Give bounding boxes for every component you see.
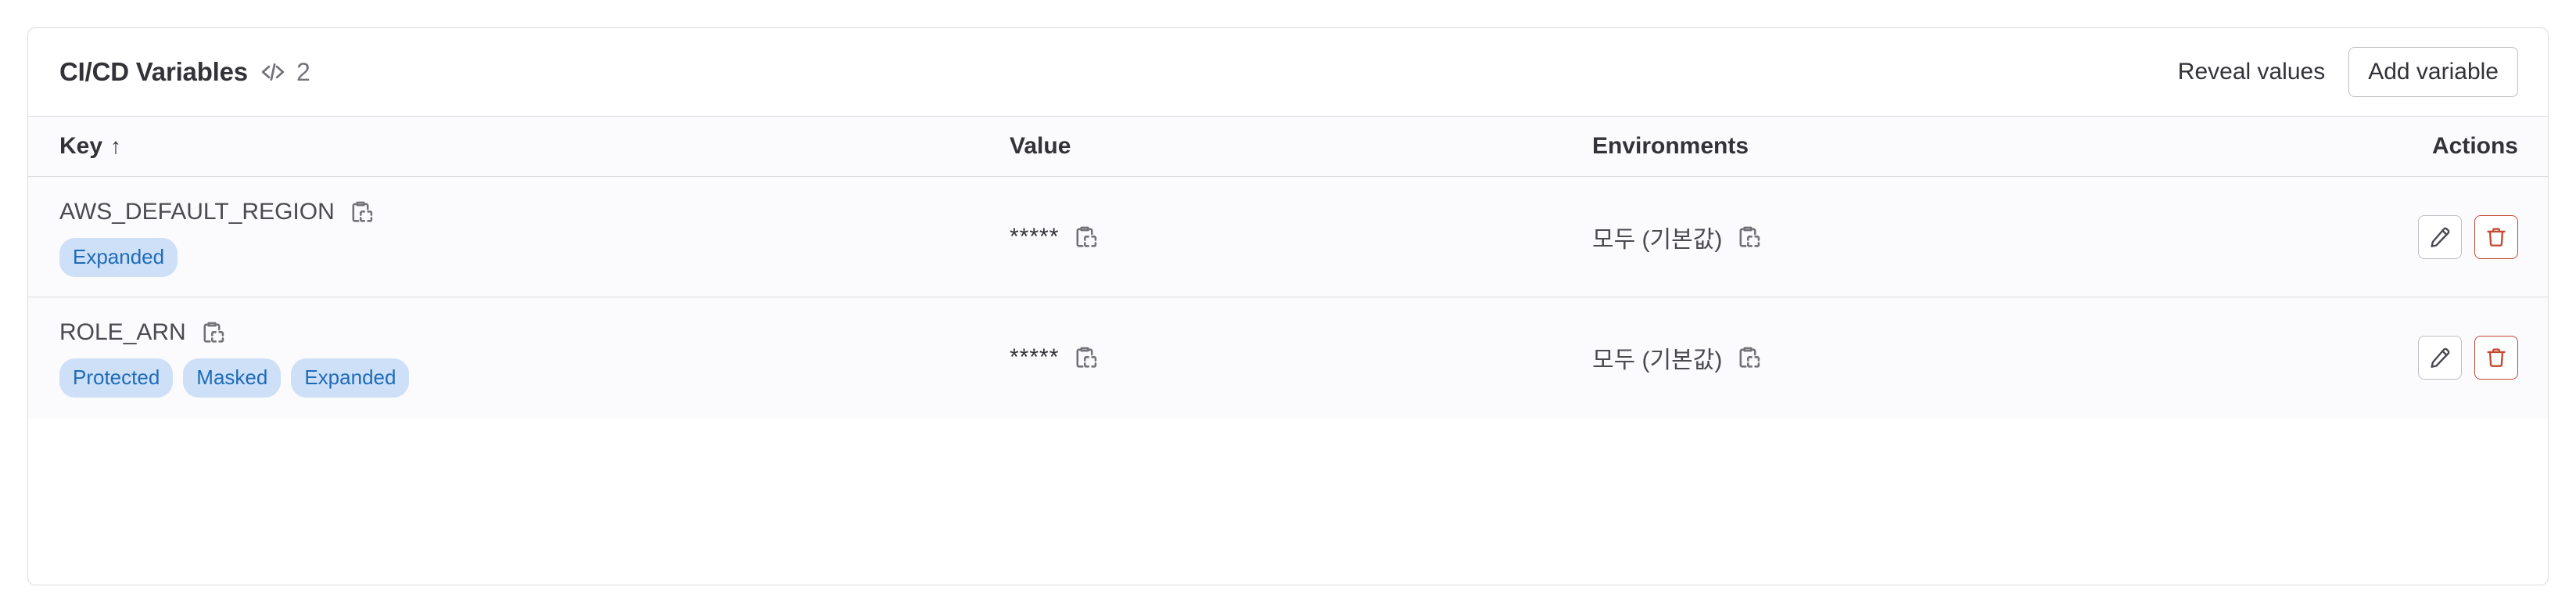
reveal-values-button[interactable]: Reveal values <box>2175 51 2328 93</box>
copy-key-icon[interactable] <box>346 197 375 227</box>
row-value-cell: ***** <box>1010 343 1592 373</box>
pencil-icon <box>2428 346 2452 369</box>
badge: Expanded <box>291 358 410 398</box>
copy-key-icon[interactable] <box>197 318 227 347</box>
delete-variable-button[interactable] <box>2474 336 2518 380</box>
badge-list: Expanded <box>59 237 1010 277</box>
add-variable-button[interactable]: Add variable <box>2348 46 2518 98</box>
row-value-cell: ***** <box>1010 222 1592 252</box>
badge: Protected <box>59 358 174 398</box>
variable-count: 2 <box>296 57 310 86</box>
edit-variable-button[interactable] <box>2418 336 2462 380</box>
table-header-row: Key ↑ Value Environments Actions <box>28 116 2548 177</box>
table-row: ROLE_ARN Protected Masked Expanded *****… <box>28 297 2548 418</box>
copy-value-icon[interactable] <box>1070 222 1100 252</box>
copy-value-icon[interactable] <box>1070 343 1100 373</box>
column-header-value-label: Value <box>1010 133 1071 159</box>
edit-variable-button[interactable] <box>2418 214 2462 259</box>
row-environments-cell: 모두 (기본값) <box>1592 340 2183 375</box>
column-header-key-label: Key <box>59 133 103 159</box>
variable-value: ***** <box>1010 344 1060 370</box>
column-header-environments: Environments <box>1592 133 2183 160</box>
sort-ascending-icon: ↑ <box>110 134 122 158</box>
column-header-key[interactable]: Key ↑ <box>59 133 1010 160</box>
column-header-actions: Actions <box>2183 133 2518 160</box>
header-actions: Reveal values Add variable <box>2175 46 2518 98</box>
variable-environment: 모두 (기본값) <box>1592 347 1723 373</box>
variable-environment: 모두 (기본값) <box>1592 226 1723 253</box>
code-icon <box>259 58 287 86</box>
badge: Expanded <box>59 237 178 277</box>
row-actions-cell <box>2183 336 2518 380</box>
variable-value: ***** <box>1010 223 1060 250</box>
variable-key: ROLE_ARN <box>59 319 186 345</box>
row-key-cell: AWS_DEFAULT_REGION Expanded <box>59 197 1010 277</box>
badge-list: Protected Masked Expanded <box>59 358 1010 398</box>
row-environments-cell: 모두 (기본값) <box>1592 220 2183 254</box>
column-header-value: Value <box>1010 133 1592 160</box>
column-header-environments-label: Environments <box>1592 133 1749 159</box>
copy-environment-icon[interactable] <box>1733 222 1763 252</box>
trash-icon <box>2485 225 2508 249</box>
badge: Masked <box>183 358 282 398</box>
table-row: AWS_DEFAULT_REGION Expanded ***** 모두 (기본… <box>28 177 2548 297</box>
trash-icon <box>2485 346 2508 369</box>
ci-cd-variables-card: CI/CD Variables 2 Reveal values Add vari… <box>27 27 2549 585</box>
column-header-actions-label: Actions <box>2431 133 2518 159</box>
row-key-cell: ROLE_ARN Protected Masked Expanded <box>59 318 1010 398</box>
pencil-icon <box>2428 225 2452 249</box>
delete-variable-button[interactable] <box>2474 214 2518 259</box>
variable-key: AWS_DEFAULT_REGION <box>59 198 335 225</box>
card-header: CI/CD Variables 2 Reveal values Add vari… <box>28 28 2548 116</box>
page-title: CI/CD Variables <box>59 57 248 86</box>
title-block: CI/CD Variables 2 <box>59 57 310 87</box>
variables-table: Key ↑ Value Environments Actions AWS_DEF… <box>28 116 2548 418</box>
row-actions-cell <box>2183 214 2518 259</box>
copy-environment-icon[interactable] <box>1733 343 1763 373</box>
